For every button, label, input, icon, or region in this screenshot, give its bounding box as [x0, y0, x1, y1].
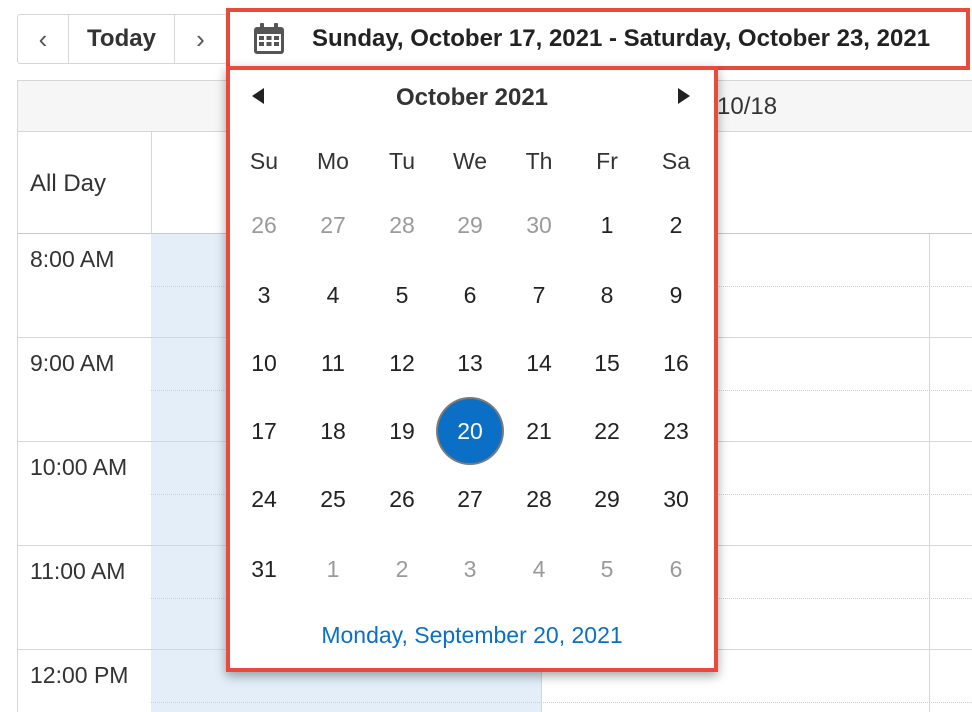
time-slot-label: 9:00 AM: [30, 350, 115, 376]
day-cell[interactable]: 1: [303, 539, 363, 599]
day-cell[interactable]: 27: [303, 195, 363, 255]
all-day-label: All Day: [30, 170, 107, 197]
day-cell[interactable]: 4: [303, 265, 363, 325]
day-cell[interactable]: 21: [509, 401, 569, 461]
day-cell[interactable]: 29: [577, 469, 637, 529]
day-cell[interactable]: 28: [372, 195, 432, 255]
day-cell[interactable]: 5: [372, 265, 432, 325]
weekday-label: Tu: [389, 148, 415, 174]
day-cell[interactable]: 14: [509, 333, 569, 393]
day-cell[interactable]: 2: [372, 539, 432, 599]
day-cell[interactable]: 12: [372, 333, 432, 393]
day-cell[interactable]: 28: [509, 469, 569, 529]
day-cell[interactable]: 10: [234, 333, 294, 393]
date-range-label: Sunday, October 17, 2021 - Saturday, Oct…: [312, 25, 931, 52]
day-cell[interactable]: 1: [577, 195, 637, 255]
day-cell[interactable]: 16: [646, 333, 706, 393]
day-cell[interactable]: 11: [303, 333, 363, 393]
day-cell[interactable]: 25: [303, 469, 363, 529]
day-cell[interactable]: 3: [234, 265, 294, 325]
next-button[interactable]: ›: [175, 14, 227, 64]
calendar-toolbar: ‹ Today ›: [17, 14, 227, 64]
day-cell[interactable]: 29: [440, 195, 500, 255]
day-cell[interactable]: 13: [440, 333, 500, 393]
day-cell[interactable]: 7: [509, 265, 569, 325]
day-cell[interactable]: 6: [646, 539, 706, 599]
day-cell[interactable]: 4: [509, 539, 569, 599]
day-cell[interactable]: 22: [577, 401, 637, 461]
half-hour-line: [151, 702, 972, 703]
day-cell-selected[interactable]: 20: [438, 399, 502, 463]
day-cell[interactable]: 2: [646, 195, 706, 255]
datepicker-header: October 2021: [230, 82, 714, 116]
day-cell[interactable]: 23: [646, 401, 706, 461]
time-slot-label: 12:00 PM: [30, 662, 129, 688]
month-title[interactable]: October 2021: [230, 84, 714, 112]
day-cell[interactable]: 30: [509, 195, 569, 255]
day-cell[interactable]: 3: [440, 539, 500, 599]
weekday-label: Sa: [661, 148, 691, 174]
calendar-icon: [254, 23, 284, 54]
today-button[interactable]: Today: [69, 14, 175, 64]
time-slot-label: 8:00 AM: [30, 246, 115, 272]
day-cell[interactable]: 17: [234, 401, 294, 461]
weekday-label: Mo: [317, 148, 349, 174]
weekday-label: Th: [525, 148, 553, 174]
day-cell[interactable]: 27: [440, 469, 500, 529]
day-cell[interactable]: 5: [577, 539, 637, 599]
date-range-picker-button[interactable]: Sunday, October 17, 2021 - Saturday, Oct…: [226, 8, 970, 70]
chevron-right-icon: ›: [196, 24, 205, 54]
day-cell[interactable]: 31: [234, 539, 294, 599]
datepicker-popup: October 2021 Su Mo Tu We Th Fr Sa 26 27 28 29 30 1 2…: [226, 66, 718, 672]
day-cell[interactable]: 26: [234, 195, 294, 255]
day-cell[interactable]: 18: [303, 401, 363, 461]
weekday-label: We: [452, 148, 488, 174]
weekday-label: Fr: [596, 148, 618, 174]
day-cell[interactable]: 8: [577, 265, 637, 325]
day-cell[interactable]: 15: [577, 333, 637, 393]
day-cell[interactable]: 24: [234, 469, 294, 529]
today-link[interactable]: Monday, September 20, 2021: [230, 622, 714, 649]
day-cell[interactable]: 9: [646, 265, 706, 325]
day-cell[interactable]: 19: [372, 401, 432, 461]
time-slot-label: 11:00 AM: [30, 558, 126, 584]
previous-button[interactable]: ‹: [17, 14, 69, 64]
day-cell[interactable]: 26: [372, 469, 432, 529]
weekday-header-row: Su Mo Tu We Th Fr Sa: [230, 148, 714, 178]
day-cell[interactable]: 30: [646, 469, 706, 529]
chevron-left-icon: ‹: [38, 24, 48, 54]
weekday-label: Su: [249, 148, 279, 174]
time-slot-label: 10:00 AM: [30, 454, 128, 480]
next-month-icon[interactable]: [678, 88, 690, 104]
day-cell[interactable]: 6: [440, 265, 500, 325]
